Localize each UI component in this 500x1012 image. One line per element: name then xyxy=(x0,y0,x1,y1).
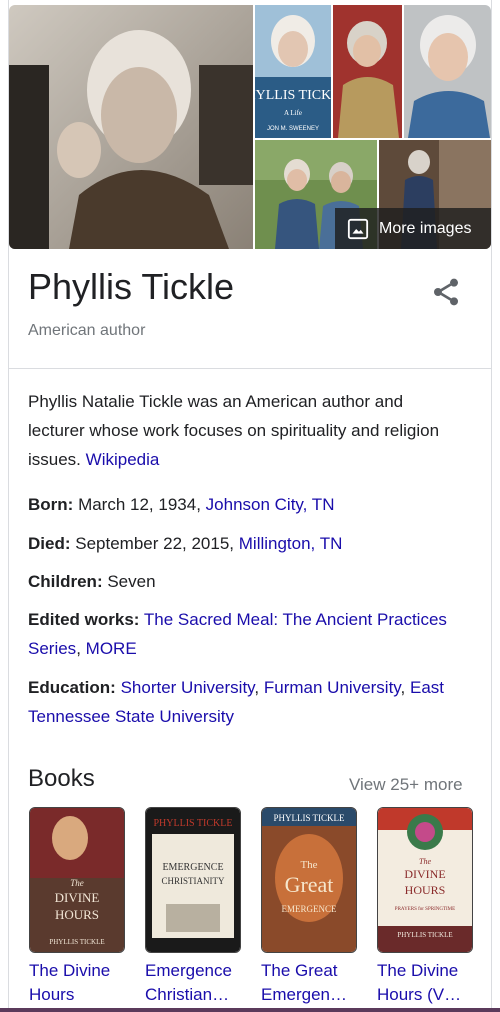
fact-education-label: Education: xyxy=(28,678,116,697)
book-cover[interactable]: The DIVINE HOURS PHYLLIS TICKLE xyxy=(29,807,125,953)
book-1-cover-text-1: The xyxy=(70,878,84,888)
fact-edited-works: Edited works: The Sacred Meal: The Ancie… xyxy=(28,605,468,663)
book-item[interactable]: PHYLLIS TICKLE The Great EMERGENCE The G… xyxy=(261,807,357,1007)
book-cover-sub-text: A Life xyxy=(284,109,302,117)
fact-education: Education: Shorter University, Furman Un… xyxy=(28,673,468,731)
entity-description: Phyllis Natalie Tickle was an American a… xyxy=(28,387,448,474)
book-4-cover-text-4: PRAYERS for SPRINGTIME xyxy=(395,907,455,912)
fact-born-label: Born: xyxy=(28,495,74,514)
book-title-line-1[interactable]: Emergence xyxy=(145,959,241,983)
fact-born-value: March 12, 1934, xyxy=(78,495,201,514)
book-4-cover-text-2: DIVINE xyxy=(404,867,445,881)
book-item[interactable]: PHYLLIS TICKLE EMERGENCE CHRISTIANITY Em… xyxy=(145,807,241,1007)
portrait-photo-3[interactable] xyxy=(404,5,491,138)
more-images-button[interactable]: More images xyxy=(335,208,491,249)
section-divider xyxy=(9,368,491,369)
fact-edited-label: Edited works: xyxy=(28,610,140,629)
book-1-cover-author: PHYLLIS TICKLE xyxy=(49,938,104,946)
book-cover[interactable]: PHYLLIS TICKLE EMERGENCE CHRISTIANITY xyxy=(145,807,241,953)
fact-died-label: Died: xyxy=(28,534,71,553)
entity-subtitle: American author xyxy=(28,322,146,339)
fact-died-place-link[interactable]: Millington, TN xyxy=(239,534,343,553)
image-icon xyxy=(347,218,369,239)
fact-born: Born: March 12, 1934, Johnson City, TN xyxy=(28,490,468,519)
book-3-cover-text-3: EMERGENCE xyxy=(282,904,338,914)
edited-separator: , xyxy=(76,639,81,658)
fact-children-value: Seven xyxy=(107,572,156,591)
book-1-cover-text-3: HOURS xyxy=(55,907,99,922)
book-title-line-2[interactable]: Christian… xyxy=(145,983,241,1007)
book-1-cover-text-2: DIVINE xyxy=(55,890,100,905)
book-cover[interactable]: PHYLLIS TICKLE The Great EMERGENCE xyxy=(261,807,357,953)
book-4-cover-text-1: The xyxy=(419,857,431,866)
education-separator-2: , xyxy=(400,678,406,697)
edited-more-link[interactable]: MORE xyxy=(86,639,137,658)
book-title-line-1[interactable]: The Great xyxy=(261,959,357,983)
book-cover-photo[interactable]: PHYLLIS TICKLE A Life JON M. SWEENEY xyxy=(255,5,331,138)
education-link-shorter[interactable]: Shorter University xyxy=(121,678,255,697)
book-title-line-1[interactable]: The Divine xyxy=(29,959,125,983)
fact-died-value: September 22, 2015, xyxy=(75,534,235,553)
book-4-cover-text-3: HOURS xyxy=(405,883,446,897)
book-4-cover-author: PHYLLIS TICKLE xyxy=(397,931,452,939)
book-2-cover-author: PHYLLIS TICKLE xyxy=(154,818,233,829)
main-photo[interactable] xyxy=(9,5,253,249)
fact-children: Children: Seven xyxy=(28,567,468,596)
education-separator-1: , xyxy=(254,678,260,697)
book-item[interactable]: The DIVINE HOURS PRAYERS for SPRINGTIME … xyxy=(377,807,473,1007)
book-title-line-2[interactable]: Emergen… xyxy=(261,983,357,1007)
book-cover-title-text: PHYLLIS TICKLE xyxy=(255,88,331,103)
portrait-photo-2[interactable] xyxy=(333,5,402,138)
book-3-cover-author: PHYLLIS TICKLE xyxy=(273,813,345,823)
education-link-furman[interactable]: Furman University xyxy=(264,678,401,697)
book-cover-author-text: JON M. SWEENEY xyxy=(267,126,319,132)
book-title-line-1[interactable]: The Divine xyxy=(377,959,473,983)
entity-title: Phyllis Tickle xyxy=(28,266,235,307)
book-title-line-2[interactable]: Hours (V… xyxy=(377,983,473,1007)
book-cover[interactable]: The DIVINE HOURS PRAYERS for SPRINGTIME … xyxy=(377,807,473,953)
fact-born-place-link[interactable]: Johnson City, TN xyxy=(206,495,335,514)
book-3-cover-text-1: The xyxy=(300,859,317,871)
bottom-edge-bar xyxy=(0,1008,500,1012)
book-2-cover-text-2: CHRISTIANITY xyxy=(162,876,225,886)
book-3-cover-text-2: Great xyxy=(285,872,334,897)
book-title-line-2[interactable]: Hours xyxy=(29,983,125,1007)
wikipedia-link[interactable]: Wikipedia xyxy=(86,450,160,469)
fact-died: Died: September 22, 2015, Millington, TN xyxy=(28,529,468,558)
books-heading: Books xyxy=(28,765,95,792)
share-icon[interactable] xyxy=(430,276,462,308)
book-2-cover-text-1: EMERGENCE xyxy=(162,862,223,873)
view-more-books-link[interactable]: View 25+ more xyxy=(349,775,463,795)
more-images-label: More images xyxy=(379,219,472,237)
book-item[interactable]: The DIVINE HOURS PHYLLIS TICKLE The Divi… xyxy=(29,807,125,1007)
fact-children-label: Children: xyxy=(28,572,103,591)
